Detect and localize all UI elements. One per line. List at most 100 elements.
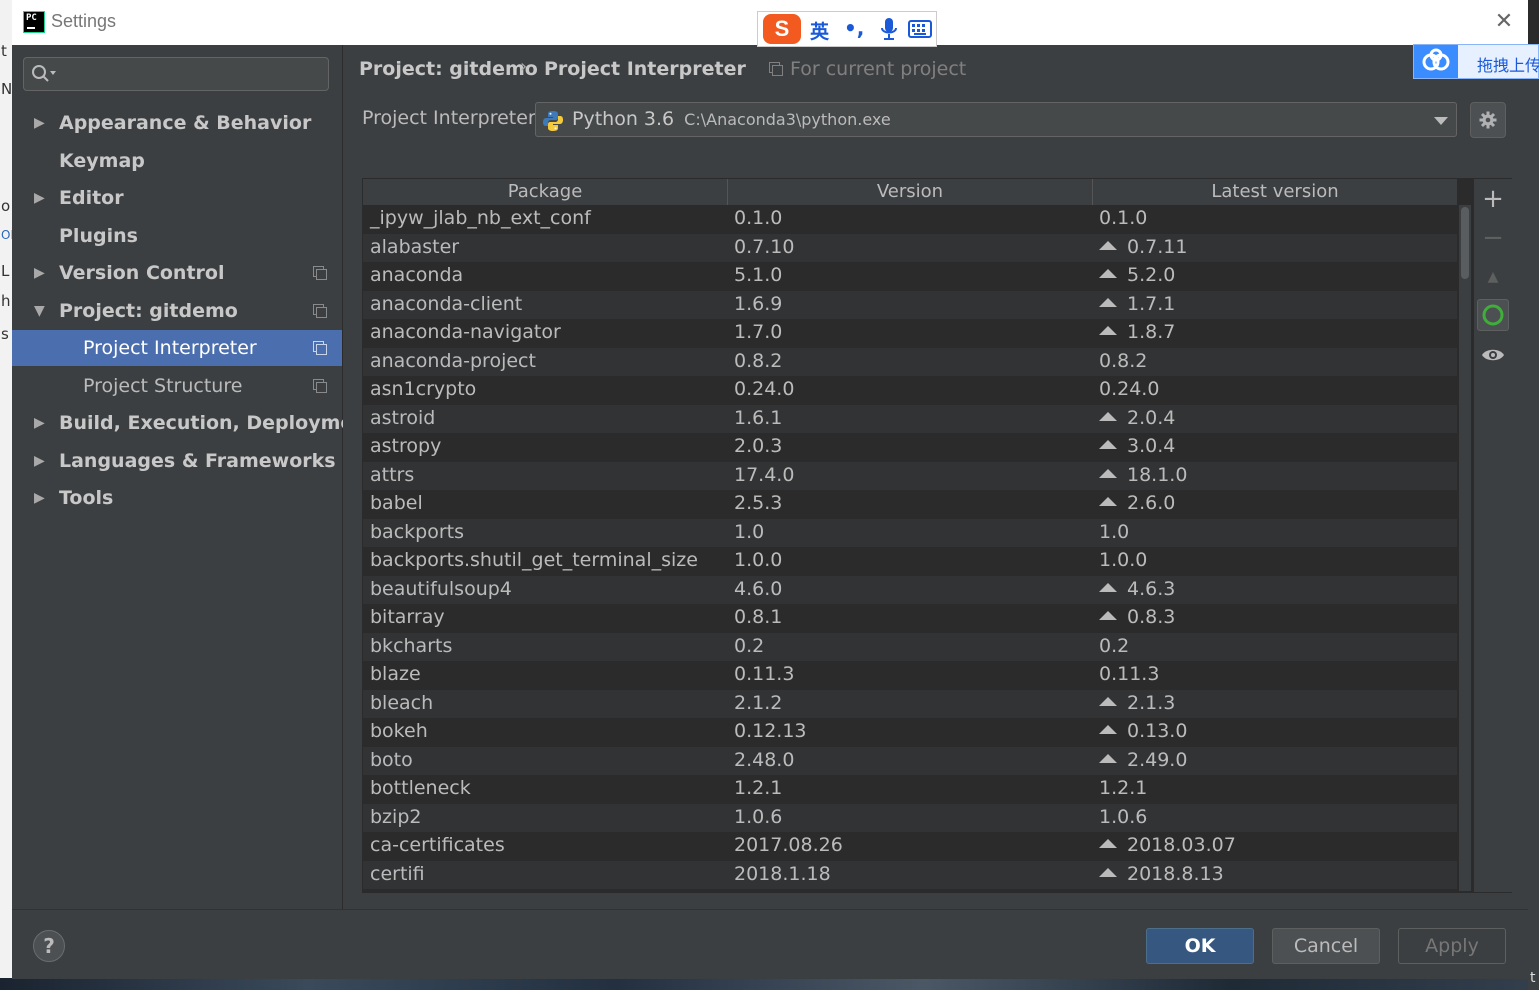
expand-arrow-icon[interactable]: ▶ bbox=[34, 405, 45, 441]
breadcrumb-project: Project: gitdemo bbox=[359, 58, 538, 80]
column-header-latest-version[interactable]: Latest version bbox=[1093, 179, 1457, 205]
package-name-cell: boto bbox=[370, 748, 413, 771]
scrollbar-thumb[interactable] bbox=[1461, 207, 1469, 279]
sidebar-item-languages-frameworks[interactable]: ▶ Languages & Frameworks bbox=[12, 443, 342, 479]
package-name-cell: bokeh bbox=[370, 720, 428, 742]
latest-version-cell: 0.11.3 bbox=[1099, 663, 1159, 685]
table-row[interactable]: asn1crypto 0.24.0 0.24.0 bbox=[363, 376, 1457, 405]
table-row[interactable]: bottleneck 1.2.1 1.2.1 bbox=[363, 775, 1457, 804]
expand-arrow-icon[interactable]: ▶ bbox=[34, 255, 45, 291]
package-name-cell: bitarray bbox=[370, 606, 445, 628]
latest-version-cell: 0.8.2 bbox=[1099, 350, 1147, 372]
apply-button[interactable]: Apply bbox=[1398, 928, 1506, 964]
sidebar-item-project-interpreter[interactable]: Project Interpreter bbox=[12, 330, 342, 366]
sidebar-item-appearance-behavior[interactable]: ▶ Appearance & Behavior bbox=[12, 105, 342, 141]
latest-version-cell: 0.1.0 bbox=[1099, 207, 1147, 229]
interpreter-select[interactable]: Python 3.6 C:\Anaconda3\python.exe bbox=[535, 102, 1457, 137]
table-row[interactable]: anaconda 5.1.0 5.2.0 bbox=[363, 262, 1457, 291]
version-cell: 0.2 bbox=[734, 634, 765, 657]
sidebar-item-label: Project Interpreter bbox=[83, 337, 257, 359]
expand-arrow-icon[interactable]: ▶ bbox=[34, 480, 45, 516]
latest-version-cell: 5.2.0 bbox=[1099, 264, 1175, 286]
project-scope-icon bbox=[769, 62, 783, 76]
interpreter-settings-button[interactable] bbox=[1470, 102, 1506, 138]
table-row[interactable]: beautifulsoup4 4.6.0 4.6.3 bbox=[363, 575, 1457, 604]
cancel-button[interactable]: Cancel bbox=[1272, 928, 1380, 964]
package-name-cell: babel bbox=[370, 492, 423, 514]
version-cell: 0.8.2 bbox=[734, 349, 783, 372]
table-row[interactable]: babel 2.5.3 2.6.0 bbox=[363, 490, 1457, 519]
table-row[interactable]: bitarray 0.8.1 0.8.3 bbox=[363, 604, 1457, 633]
sidebar-item-build-execution-deployment[interactable]: ▶ Build, Execution, Deployment bbox=[12, 405, 376, 441]
table-scrollbar[interactable] bbox=[1459, 205, 1471, 891]
package-name-cell: bottleneck bbox=[370, 777, 471, 799]
table-row[interactable]: bzip2 1.0.6 1.0.6 bbox=[363, 803, 1457, 832]
version-cell: 1.0.6 bbox=[734, 805, 783, 828]
table-row[interactable]: boto 2.48.0 2.49.0 bbox=[363, 746, 1457, 775]
bg-char: s bbox=[1, 325, 9, 343]
table-row[interactable]: ca-certificates 2017.08.26 2018.03.07 bbox=[363, 832, 1457, 861]
version-cell: 2018.1.18 bbox=[734, 862, 831, 885]
sidebar-item-project-structure[interactable]: Project Structure bbox=[12, 368, 342, 404]
latest-version-text: 4.6.3 bbox=[1127, 577, 1176, 600]
table-row[interactable]: anaconda-navigator 1.7.0 1.8.7 bbox=[363, 319, 1457, 348]
sidebar-item-keymap[interactable]: Keymap bbox=[12, 143, 342, 179]
table-row[interactable]: certifi 2018.1.18 2018.8.13 bbox=[363, 860, 1457, 889]
ime-punctuation-toggle[interactable]: •, bbox=[844, 16, 864, 40]
column-header-version[interactable]: Version bbox=[728, 179, 1093, 205]
column-header-package[interactable]: Package bbox=[363, 179, 728, 205]
table-row[interactable]: bokeh 0.12.13 0.13.0 bbox=[363, 718, 1457, 747]
pycharm-app-icon: PC bbox=[23, 11, 45, 33]
latest-version-cell: 2018.8.13 bbox=[1099, 863, 1224, 885]
expand-arrow-icon[interactable]: ▶ bbox=[34, 105, 45, 141]
latest-version-text: 5.2.0 bbox=[1127, 264, 1176, 286]
upgrade-available-arrow-icon bbox=[1099, 867, 1117, 877]
upgrade-available-arrow-icon bbox=[1099, 468, 1117, 478]
expand-arrow-icon[interactable]: ▶ bbox=[34, 180, 45, 216]
table-row[interactable]: blaze 0.11.3 0.11.3 bbox=[363, 661, 1457, 690]
sogou-logo-icon[interactable]: S bbox=[763, 14, 801, 44]
bg-char: N bbox=[1, 80, 13, 98]
table-row[interactable]: bleach 2.1.2 2.1.3 bbox=[363, 689, 1457, 718]
refresh-icon bbox=[1482, 304, 1504, 326]
latest-version-text: 0.24.0 bbox=[1099, 378, 1160, 400]
table-row[interactable]: backports 1.0 1.0 bbox=[363, 518, 1457, 547]
upgrade-package-button[interactable]: ▲ bbox=[1478, 262, 1508, 292]
ime-language-toggle[interactable]: 英 bbox=[810, 17, 829, 44]
package-name-cell: _ipyw_jlab_nb_ext_conf bbox=[370, 207, 591, 229]
table-row[interactable]: anaconda-project 0.8.2 0.8.2 bbox=[363, 347, 1457, 376]
sidebar-item-editor[interactable]: ▶ Editor bbox=[12, 180, 342, 216]
chevron-down-icon[interactable] bbox=[1434, 117, 1448, 125]
upgrade-available-arrow-icon bbox=[1099, 297, 1117, 307]
baidu-drag-upload-widget[interactable]: 拖拽上传 bbox=[1413, 44, 1539, 79]
table-row[interactable]: backports.shutil_get_terminal_size 1.0.0 1… bbox=[363, 547, 1457, 576]
collapse-arrow-icon[interactable]: ▼ bbox=[34, 293, 45, 329]
table-row[interactable]: anaconda-client 1.6.9 1.7.1 bbox=[363, 290, 1457, 319]
table-row[interactable]: _ipyw_jlab_nb_ext_conf 0.1.0 0.1.0 bbox=[363, 205, 1457, 234]
settings-search-input[interactable] bbox=[23, 57, 329, 91]
table-row[interactable]: attrs 17.4.0 18.1.0 bbox=[363, 461, 1457, 490]
help-button[interactable]: ? bbox=[33, 930, 65, 962]
sidebar-item-version-control[interactable]: ▶ Version Control bbox=[12, 255, 342, 291]
table-row[interactable]: alabaster 0.7.10 0.7.11 bbox=[363, 233, 1457, 262]
sidebar-item-project-gitdemo[interactable]: ▼ Project: gitdemo bbox=[12, 293, 342, 329]
keyboard-icon[interactable] bbox=[908, 20, 932, 38]
version-cell: 2017.08.26 bbox=[734, 834, 843, 856]
expand-arrow-icon[interactable]: ▶ bbox=[34, 443, 45, 479]
add-package-button[interactable]: + bbox=[1478, 184, 1508, 214]
sidebar-item-tools[interactable]: ▶ Tools bbox=[12, 480, 342, 516]
mic-icon[interactable] bbox=[876, 16, 902, 42]
table-row[interactable]: bkcharts 0.2 0.2 bbox=[363, 632, 1457, 661]
ok-button[interactable]: OK bbox=[1146, 928, 1254, 964]
show-early-releases-eye-icon[interactable] bbox=[1481, 347, 1505, 363]
remove-package-button[interactable]: − bbox=[1478, 223, 1508, 253]
close-button[interactable]: ✕ bbox=[1492, 10, 1516, 34]
table-row[interactable]: astroid 1.6.1 2.0.4 bbox=[363, 404, 1457, 433]
latest-version-text: 1.8.7 bbox=[1127, 321, 1176, 343]
ime-toolbar[interactable]: S 英 •, bbox=[757, 11, 937, 47]
gear-icon[interactable] bbox=[1479, 111, 1497, 129]
search-icon[interactable] bbox=[31, 64, 57, 84]
table-row[interactable]: astropy 2.0.3 3.0.4 bbox=[363, 433, 1457, 462]
sidebar-item-plugins[interactable]: Plugins bbox=[12, 218, 342, 254]
show-latest-versions-button[interactable] bbox=[1477, 299, 1509, 331]
